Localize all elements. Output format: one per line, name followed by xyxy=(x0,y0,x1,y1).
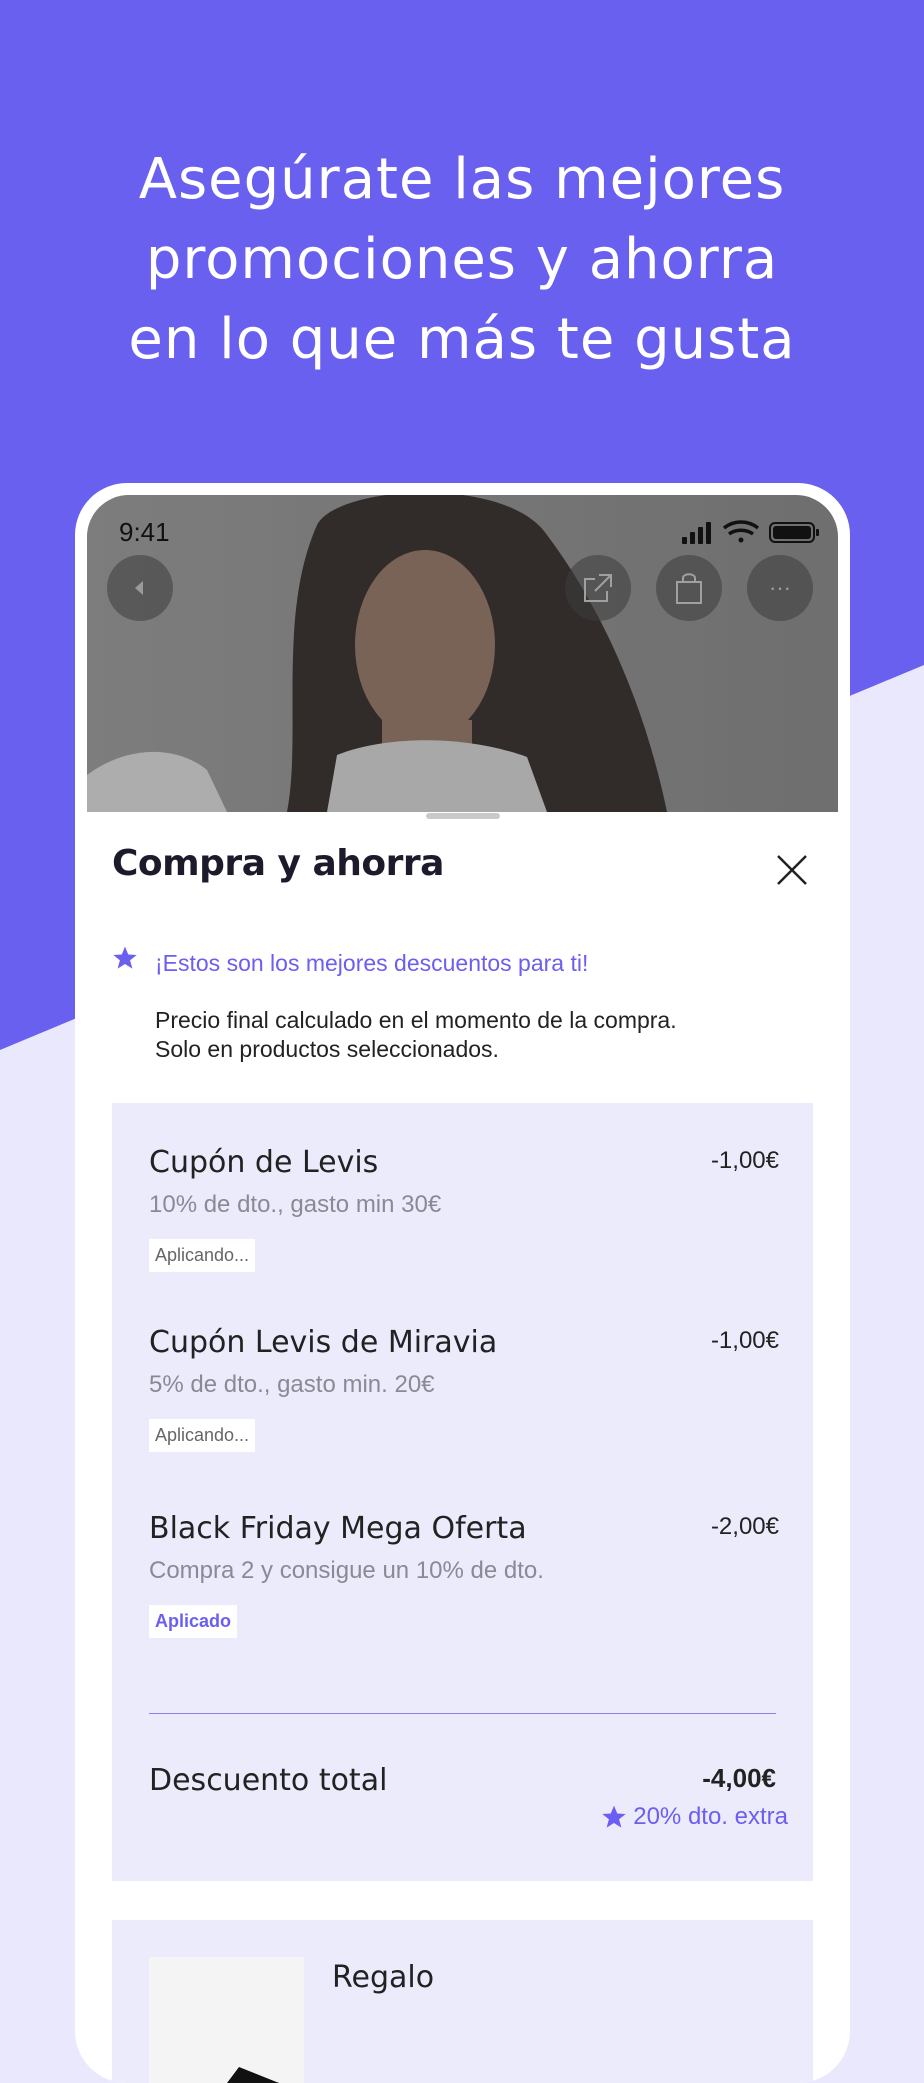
coupon-amount: -1,00€ xyxy=(710,1147,779,1174)
star-icon xyxy=(602,1805,626,1828)
shopping-bag-icon xyxy=(676,573,702,604)
close-icon xyxy=(777,855,807,885)
status-time: 9:41 xyxy=(119,517,170,547)
total-discount-label: Descuento total xyxy=(149,1763,388,1798)
sheet-grabber[interactable] xyxy=(426,813,500,819)
gift-card[interactable]: Regalo xyxy=(112,1920,813,2083)
gift-image xyxy=(149,1957,304,2083)
cart-button[interactable] xyxy=(656,555,722,621)
coupon-name: Cupón de Levis xyxy=(149,1145,379,1180)
coupon-description: 5% de dto., gasto min. 20€ xyxy=(149,1371,435,1398)
battery-icon xyxy=(769,522,819,543)
coupons-card: Cupón de Levis -1,00€ 10% de dto., gasto… xyxy=(112,1103,813,1881)
promo-text: ¡Estos son los mejores descuentos para t… xyxy=(155,950,589,976)
headline: Asegúrate las mejores promociones y ahor… xyxy=(0,140,924,380)
back-arrow-icon xyxy=(135,581,143,595)
back-button[interactable] xyxy=(107,555,173,621)
headline-line-1: Asegúrate las mejores xyxy=(138,147,786,212)
wifi-icon xyxy=(722,520,760,543)
share-icon xyxy=(584,574,612,602)
phone-frame: 9:41 ··· Compra y ahorra ¡Estos son los … xyxy=(75,483,850,2083)
total-discount-amount: -4,00€ xyxy=(702,1763,776,1793)
divider xyxy=(149,1713,776,1714)
status-icons xyxy=(682,519,822,545)
extra-discount-label: 20% dto. extra xyxy=(633,1803,788,1830)
close-button[interactable] xyxy=(775,853,809,887)
headline-line-2: promociones y ahorra xyxy=(145,227,779,292)
coupon-amount: -2,00€ xyxy=(710,1513,779,1540)
share-button[interactable] xyxy=(565,555,631,621)
coupon-status-badge: Aplicando... xyxy=(149,1419,256,1452)
promo-star xyxy=(112,945,138,976)
coupon-amount: -1,00€ xyxy=(710,1327,779,1354)
more-button[interactable]: ··· xyxy=(747,555,813,621)
gift-label: Regalo xyxy=(332,1960,435,1995)
signal-icon xyxy=(682,522,711,544)
coupon-status-badge: Aplicando... xyxy=(149,1239,256,1272)
coupon-description: 10% de dto., gasto min 30€ xyxy=(149,1191,442,1218)
price-note: Precio final calculado en el momento de … xyxy=(155,1006,677,1064)
coupon-name: Black Friday Mega Oferta xyxy=(149,1511,527,1546)
headline-line-3: en lo que más te gusta xyxy=(128,307,796,372)
coupon-status-badge: Aplicado xyxy=(149,1605,238,1638)
extra-discount: 20% dto. extra xyxy=(601,1803,788,1831)
more-dots-icon: ··· xyxy=(769,575,791,600)
price-note-line-2: Solo en productos seleccionados. xyxy=(155,1036,499,1062)
price-note-line-1: Precio final calculado en el momento de … xyxy=(155,1007,677,1033)
star-icon xyxy=(113,946,137,969)
coupon-description: Compra 2 y consigue un 10% de dto. xyxy=(149,1557,544,1584)
sheet-title: Compra y ahorra xyxy=(112,843,444,884)
coupon-name: Cupón Levis de Miravia xyxy=(149,1325,498,1360)
